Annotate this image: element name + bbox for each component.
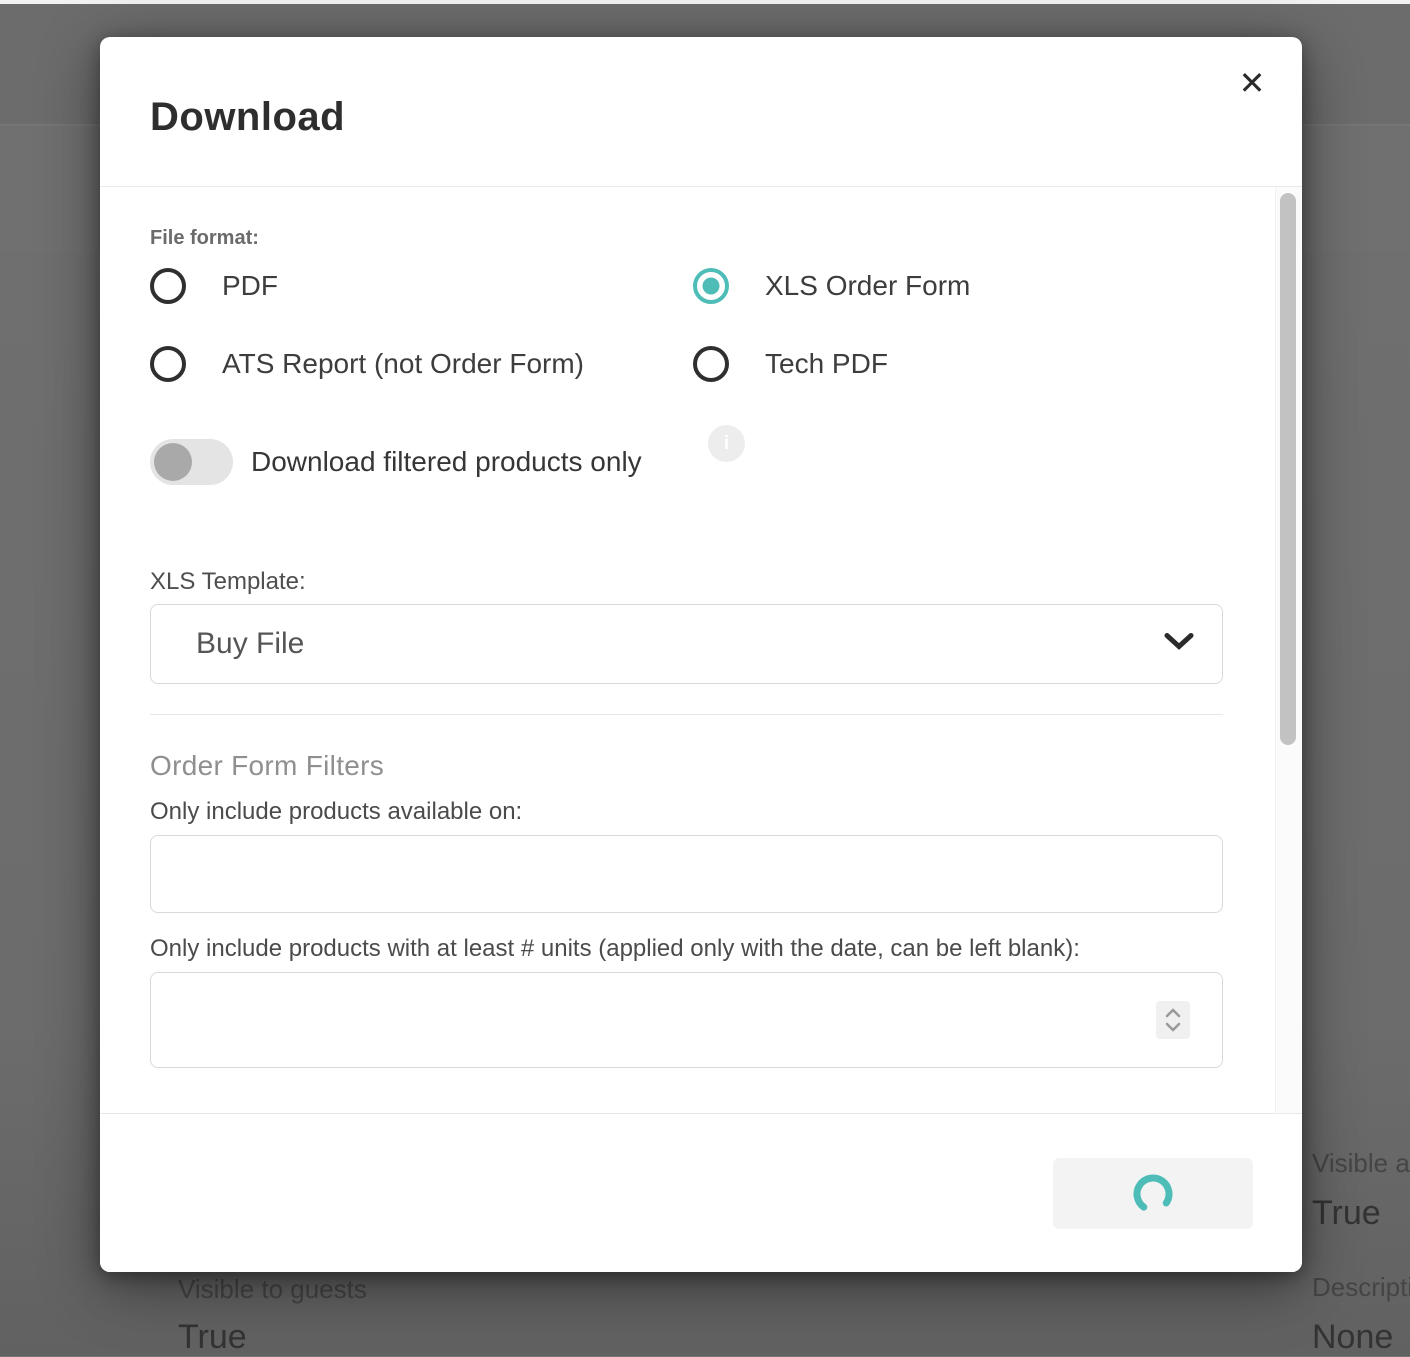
download-dialog: Download ✕ File format: PDF XLS Order Fo… bbox=[100, 37, 1302, 1272]
min-units-input[interactable] bbox=[150, 972, 1223, 1068]
loading-spinner-icon bbox=[1131, 1172, 1175, 1216]
radio-option-pdf[interactable]: PDF bbox=[150, 268, 693, 304]
xls-template-selected-value: Buy File bbox=[196, 627, 304, 661]
radio-circle[interactable] bbox=[150, 346, 186, 382]
radio-circle[interactable] bbox=[150, 268, 186, 304]
toggle-label: Download filtered products only bbox=[251, 446, 642, 478]
file-format-options: PDF XLS Order Form ATS Report (not Order… bbox=[150, 268, 1223, 382]
xls-template-select[interactable]: Buy File bbox=[150, 604, 1223, 684]
available-on-input[interactable] bbox=[150, 835, 1223, 913]
radio-option-tech-pdf[interactable]: Tech PDF bbox=[693, 346, 1223, 382]
radio-circle[interactable] bbox=[693, 346, 729, 382]
radio-option-xls-order-form[interactable]: XLS Order Form bbox=[693, 268, 1223, 304]
background-field-label: Visible to guests bbox=[178, 1274, 367, 1305]
toggle-knob[interactable] bbox=[154, 443, 192, 481]
modal-scrollbar-track[interactable] bbox=[1275, 187, 1301, 1113]
available-on-label: Only include products available on: bbox=[150, 798, 1223, 826]
close-icon[interactable]: ✕ bbox=[1228, 59, 1276, 107]
radio-option-ats-report[interactable]: ATS Report (not Order Form) bbox=[150, 346, 693, 382]
radio-option-label: Tech PDF bbox=[765, 348, 888, 380]
modal-scrollbar-thumb[interactable] bbox=[1280, 193, 1296, 745]
filtered-products-toggle-row: Download filtered products only i bbox=[150, 439, 1223, 485]
file-format-label: File format: bbox=[150, 227, 1223, 250]
xls-template-label: XLS Template: bbox=[150, 568, 1223, 596]
chevron-up-icon bbox=[1165, 1008, 1181, 1018]
min-units-label: Only include products with at least # un… bbox=[150, 935, 1223, 963]
filtered-products-toggle[interactable] bbox=[150, 439, 233, 485]
background-field-value: None bbox=[1312, 1318, 1393, 1357]
download-submit-button-loading[interactable] bbox=[1053, 1158, 1253, 1229]
background-field-label: Descripti bbox=[1312, 1272, 1410, 1303]
radio-option-label: PDF bbox=[222, 270, 278, 302]
dialog-header: Download ✕ bbox=[100, 37, 1302, 187]
dialog-title: Download bbox=[150, 95, 345, 140]
chevron-down-icon bbox=[1164, 633, 1194, 656]
chevron-down-icon bbox=[1165, 1022, 1181, 1032]
radio-circle[interactable] bbox=[693, 268, 729, 304]
background-field-value: True bbox=[1312, 1194, 1381, 1233]
radio-option-label: XLS Order Form bbox=[765, 270, 970, 302]
background-field-value: True bbox=[178, 1318, 247, 1357]
info-icon[interactable]: i bbox=[708, 425, 745, 462]
order-form-filters-heading: Order Form Filters bbox=[150, 750, 1223, 782]
number-stepper[interactable] bbox=[1156, 1001, 1190, 1039]
dialog-footer bbox=[100, 1113, 1302, 1272]
section-divider bbox=[150, 714, 1223, 715]
radio-option-label: ATS Report (not Order Form) bbox=[222, 348, 584, 380]
dialog-body: File format: PDF XLS Order Form ATS Repo… bbox=[100, 187, 1302, 1113]
background-field-label: Visible af bbox=[1312, 1148, 1410, 1179]
